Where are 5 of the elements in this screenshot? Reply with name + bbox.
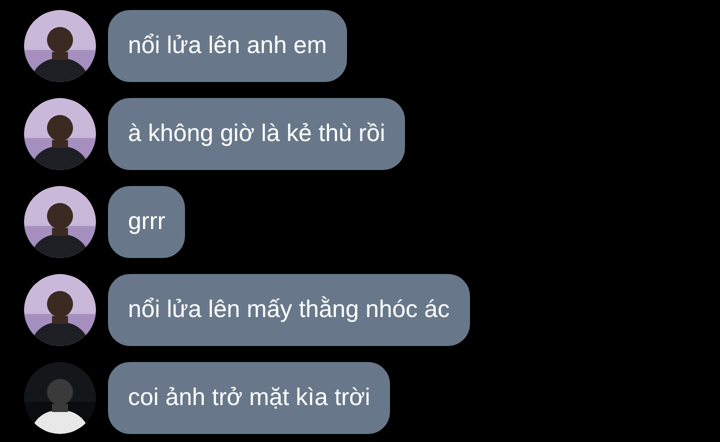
message-bubble: nổi lửa lên mấy thằng nhóc ác [108,274,470,346]
message-bubble: coi ảnh trở mặt kìa trời [108,362,390,434]
message-bubble: nổi lửa lên anh em [108,10,347,82]
message-bubble: à không giờ là kẻ thù rồi [108,98,406,170]
message-bubble: grrr [108,186,186,258]
